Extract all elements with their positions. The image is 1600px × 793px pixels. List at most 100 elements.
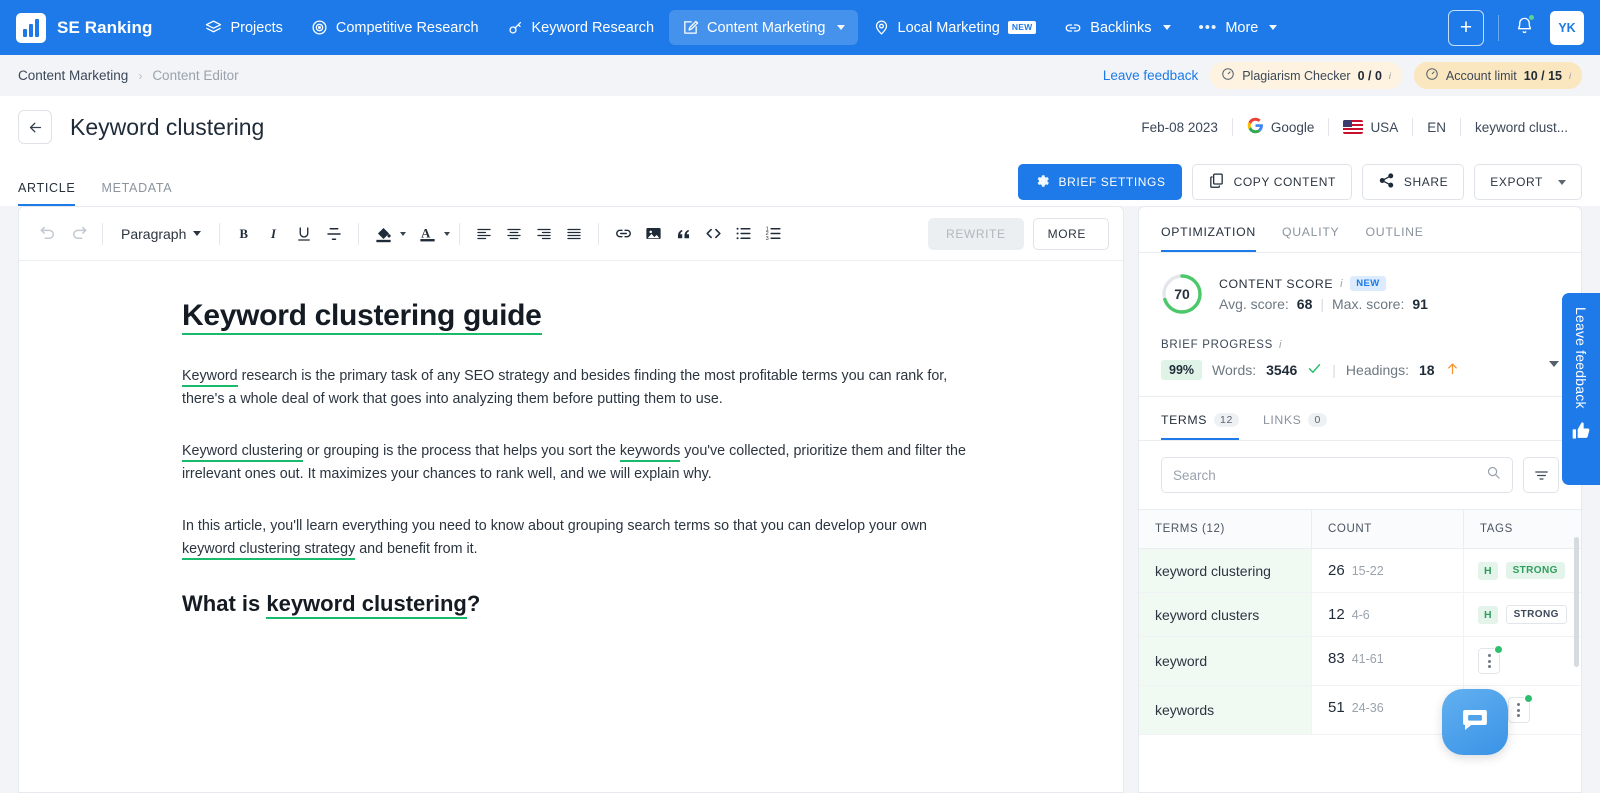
- chevron-down-icon[interactable]: [444, 231, 451, 236]
- link-icon[interactable]: [608, 219, 638, 249]
- document-scroll-area[interactable]: Keyword clustering guide Keyword researc…: [19, 261, 1123, 792]
- column-header-count[interactable]: COUNT: [1311, 510, 1463, 548]
- nav-item-local-marketing[interactable]: Local Marketing NEW: [860, 10, 1050, 45]
- meta-search-engine: Google: [1233, 117, 1329, 137]
- copy-content-label: COPY CONTENT: [1233, 175, 1336, 189]
- nav-item-projects[interactable]: Projects: [192, 10, 295, 45]
- align-justify-icon[interactable]: [559, 219, 589, 249]
- numbered-list-icon[interactable]: 123: [758, 219, 788, 249]
- fill-color-icon[interactable]: [368, 219, 398, 249]
- export-button[interactable]: EXPORT: [1474, 164, 1582, 200]
- table-row[interactable]: keywords 51 24-36 H: [1139, 686, 1581, 735]
- underline-icon[interactable]: [289, 219, 319, 249]
- tab-links[interactable]: LINKS 0: [1263, 413, 1327, 440]
- table-row[interactable]: keyword 83 41-61: [1139, 637, 1581, 686]
- search-icon[interactable]: [1486, 465, 1501, 485]
- tab-article[interactable]: ARTICLE: [18, 181, 76, 206]
- tab-optimization[interactable]: OPTIMIZATION: [1161, 225, 1256, 252]
- highlighted-term: Keyword clustering: [182, 443, 303, 463]
- leave-feedback-tab[interactable]: Leave feedback: [1562, 293, 1600, 485]
- words-value: 3546: [1266, 362, 1298, 378]
- bullet-list-icon[interactable]: [728, 219, 758, 249]
- account-limit-pill[interactable]: Account limit 10 / 15 i: [1413, 62, 1582, 89]
- row-menu-button[interactable]: [1478, 645, 1503, 674]
- more-button[interactable]: MORE: [1032, 217, 1109, 250]
- align-center-icon[interactable]: [499, 219, 529, 249]
- undo-icon[interactable]: [33, 219, 63, 249]
- leave-feedback-link[interactable]: Leave feedback: [1103, 68, 1198, 83]
- panel-scrollbar[interactable]: [1574, 537, 1579, 667]
- info-icon[interactable]: i: [1569, 71, 1571, 81]
- notification-dot: [1528, 13, 1535, 21]
- check-icon: [1307, 361, 1322, 379]
- nav-item-more[interactable]: ••• More: [1186, 10, 1291, 45]
- toolbar-divider: [219, 222, 221, 245]
- redo-icon[interactable]: [63, 219, 93, 249]
- tab-quality[interactable]: QUALITY: [1282, 225, 1340, 252]
- chevron-down-icon: [1269, 25, 1278, 30]
- svg-text:A: A: [421, 226, 431, 240]
- info-icon[interactable]: i: [1389, 71, 1391, 81]
- strikethrough-icon[interactable]: [319, 219, 349, 249]
- nav-item-backlinks[interactable]: Backlinks: [1051, 10, 1183, 46]
- document-paragraph-2: Keyword clustering or grouping is the pr…: [182, 440, 967, 485]
- term-name: keyword clusters: [1139, 593, 1311, 636]
- avatar[interactable]: YK: [1550, 10, 1584, 45]
- tab-terms[interactable]: TERMS 12: [1161, 413, 1239, 440]
- notifications-button[interactable]: [1513, 13, 1536, 42]
- heading-tag: H: [1478, 561, 1498, 580]
- search-input[interactable]: [1173, 467, 1478, 483]
- chevron-down-icon[interactable]: [400, 231, 407, 236]
- back-button[interactable]: [18, 110, 52, 144]
- rewrite-button[interactable]: REWRITE: [928, 217, 1024, 250]
- info-icon[interactable]: i: [1340, 278, 1343, 290]
- nav-item-keyword-research[interactable]: Keyword Research: [494, 10, 668, 45]
- italic-icon[interactable]: I: [259, 219, 289, 249]
- table-row[interactable]: keyword clusters 12 4-6 H STRONG: [1139, 593, 1581, 637]
- plagiarism-checker-pill[interactable]: Plagiarism Checker 0 / 0 i: [1210, 62, 1402, 89]
- paragraph-style-dropdown[interactable]: Paragraph: [112, 219, 210, 249]
- nav-item-competitive-research[interactable]: Competitive Research: [298, 10, 492, 45]
- info-icon[interactable]: i: [1279, 339, 1282, 351]
- highlighted-term: keyword clustering: [266, 590, 467, 619]
- nav-label: Content Marketing: [707, 19, 826, 36]
- meta-country-label: USA: [1370, 119, 1399, 135]
- add-button[interactable]: +: [1448, 9, 1484, 46]
- bold-icon[interactable]: B: [229, 219, 259, 249]
- avg-score-label: Avg. score:: [1219, 296, 1289, 312]
- gear-icon: [1034, 173, 1050, 192]
- term-count-cell: 51 24-36: [1311, 686, 1463, 734]
- copy-content-button[interactable]: COPY CONTENT: [1191, 164, 1352, 200]
- code-icon[interactable]: [698, 219, 728, 249]
- filter-button[interactable]: [1523, 457, 1559, 493]
- collapse-chevron-icon[interactable]: [1549, 361, 1559, 367]
- brand-logo-group[interactable]: SE Ranking: [16, 12, 152, 43]
- nav-divider: [1498, 14, 1499, 41]
- text-color-icon[interactable]: A: [412, 219, 442, 249]
- quote-icon[interactable]: [668, 219, 698, 249]
- chat-widget-button[interactable]: [1442, 689, 1508, 755]
- search-box[interactable]: [1161, 457, 1513, 493]
- links-count: 0: [1308, 413, 1327, 427]
- document-body[interactable]: Keyword clustering guide Keyword researc…: [19, 261, 1123, 619]
- account-limit-value: 10 / 15: [1523, 68, 1562, 83]
- align-right-icon[interactable]: [529, 219, 559, 249]
- align-left-icon[interactable]: [469, 219, 499, 249]
- column-header-tags[interactable]: TAGS: [1463, 510, 1581, 548]
- table-row[interactable]: keyword clustering 26 15-22 H STRONG: [1139, 549, 1581, 593]
- share-label: SHARE: [1403, 175, 1449, 189]
- tab-metadata[interactable]: METADATA: [101, 181, 172, 206]
- document-heading-2: What is keyword clustering?: [182, 590, 1043, 619]
- nav-item-content-marketing[interactable]: Content Marketing: [669, 10, 858, 45]
- share-button[interactable]: SHARE: [1361, 164, 1465, 200]
- breadcrumb-separator: ›: [138, 68, 143, 83]
- toolbar-divider: [102, 222, 103, 245]
- brief-settings-button[interactable]: BRIEF SETTINGS: [1017, 164, 1182, 200]
- image-icon[interactable]: [638, 219, 668, 249]
- headings-value: 18: [1418, 362, 1435, 378]
- column-header-terms[interactable]: TERMS (12): [1139, 510, 1311, 548]
- status-dot: [1523, 694, 1533, 703]
- row-menu-button[interactable]: [1507, 694, 1533, 723]
- breadcrumb-parent[interactable]: Content Marketing: [18, 68, 128, 83]
- tab-outline[interactable]: OUTLINE: [1365, 225, 1423, 252]
